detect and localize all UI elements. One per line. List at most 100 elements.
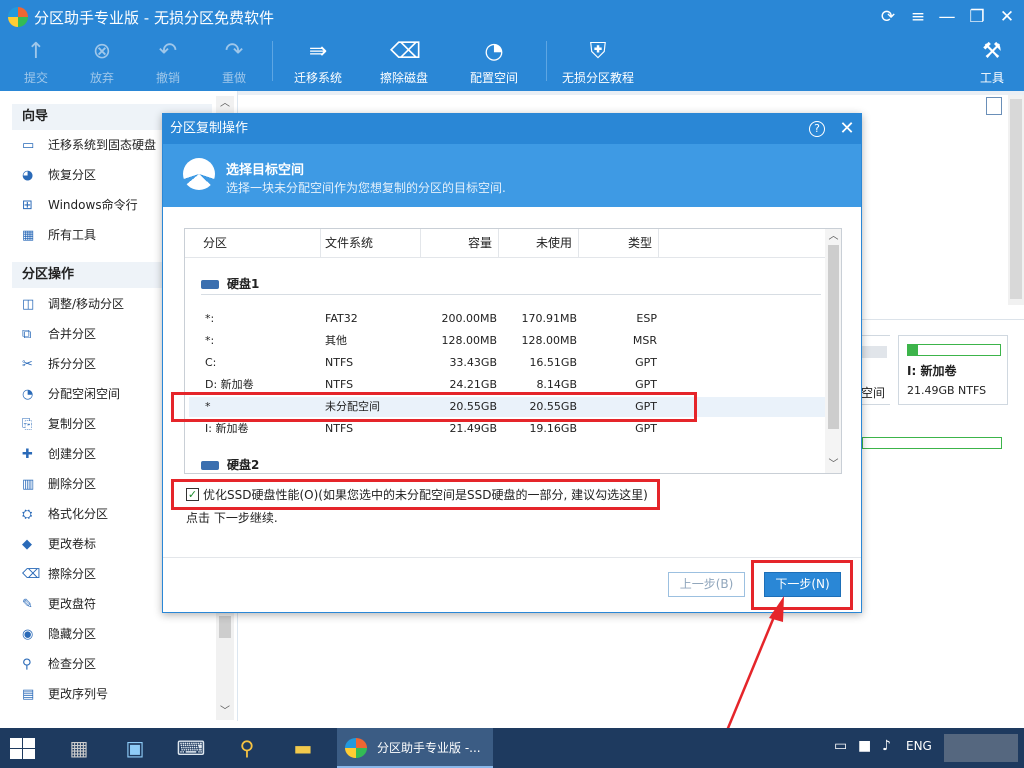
start-button[interactable] bbox=[8, 736, 36, 760]
app-logo-icon bbox=[345, 738, 367, 758]
column-header-filesystem[interactable]: 文件系统 bbox=[321, 229, 421, 257]
scroll-thumb[interactable] bbox=[828, 245, 839, 429]
cell-capacity: 21.49GB bbox=[449, 422, 497, 435]
undo-button[interactable]: ↶ 撤销 bbox=[148, 35, 188, 89]
help-icon[interactable]: ? bbox=[809, 121, 825, 137]
folder-icon[interactable]: ▬ bbox=[284, 732, 322, 764]
chip-app-icon[interactable]: ▦ bbox=[60, 732, 98, 764]
table-header-divider bbox=[185, 257, 825, 258]
allocate-space-button[interactable]: ◔ 配置空间 bbox=[466, 35, 522, 89]
disk1-group: 硬盘1 bbox=[201, 275, 259, 292]
view-toggle-icon[interactable] bbox=[986, 97, 1002, 115]
taskbar-active-app[interactable]: 分区助手专业版 -... bbox=[337, 728, 493, 768]
column-header-unused[interactable]: 未使用 bbox=[499, 229, 579, 257]
disk-icon bbox=[201, 280, 219, 289]
sidebar-item-label: 擦除分区 bbox=[48, 567, 97, 581]
table-row[interactable]: *: FAT32 200.00MB 170.91MB ESP bbox=[189, 309, 825, 329]
column-header-partition[interactable]: 分区 bbox=[185, 229, 321, 257]
scroll-up-icon[interactable]: ︿ bbox=[216, 96, 234, 112]
sidebar-item-hide[interactable]: ◉ 隐藏分区 bbox=[22, 622, 212, 646]
toolbar-separator bbox=[272, 41, 273, 81]
submit-label: 提交 bbox=[23, 71, 48, 85]
partition-sub: 21.49GB NTFS bbox=[907, 384, 987, 397]
sidebar-item-label: 更改盘符 bbox=[48, 597, 97, 611]
sidebar-item-label: 恢复分区 bbox=[48, 168, 97, 182]
sidebar-item-label: 分配空闲空间 bbox=[48, 387, 121, 401]
scroll-thumb[interactable] bbox=[1010, 99, 1022, 299]
cell-partition: I: 新加卷 bbox=[205, 422, 249, 435]
table-row[interactable]: *: 其他 128.00MB 128.00MB MSR bbox=[189, 331, 825, 351]
tray-network-icon[interactable]: ▭ bbox=[834, 738, 847, 754]
partition-title: I: 新加卷 bbox=[907, 364, 957, 378]
tools-button[interactable]: ⚒ 工具 bbox=[974, 35, 1010, 89]
search-app-icon[interactable]: ⚲ bbox=[228, 732, 266, 764]
sidebar-item-serial[interactable]: ▤ 更改序列号 bbox=[22, 682, 212, 706]
dialog-heading: 选择目标空间 bbox=[226, 163, 305, 178]
table-scrollbar[interactable]: ︿ ﹀ bbox=[825, 229, 841, 473]
dialog-close-button[interactable]: ✕ bbox=[837, 117, 857, 141]
tools-label: 工具 bbox=[979, 71, 1004, 85]
close-button[interactable]: ✕ bbox=[993, 4, 1021, 30]
shield-icon: ⛨ bbox=[589, 39, 607, 64]
sidebar-item-label: 合并分区 bbox=[48, 327, 97, 341]
app-logo-icon bbox=[8, 7, 28, 27]
network-computer-icon[interactable]: ▣ bbox=[116, 732, 154, 764]
sidebar-item-label: 检查分区 bbox=[48, 657, 97, 671]
migrate-os-icon: ⇛ bbox=[308, 39, 328, 64]
tray-color-icon[interactable]: ■ bbox=[858, 738, 871, 754]
discard-button[interactable]: ⊗ 放弃 bbox=[82, 35, 122, 89]
sidebar-item-label: 更改序列号 bbox=[48, 687, 109, 701]
menu-icon[interactable]: ≡ bbox=[904, 4, 932, 30]
restore-button[interactable]: ❐ bbox=[963, 4, 991, 30]
keyboard-computer-icon[interactable]: ⌨ bbox=[172, 732, 210, 764]
partition-card-text: 空间 bbox=[861, 386, 886, 400]
prev-button[interactable]: 上一步(B) bbox=[668, 572, 745, 597]
tray-volume-icon[interactable]: ♪ bbox=[882, 738, 891, 754]
usage-bar bbox=[907, 344, 1001, 356]
scroll-down-icon[interactable]: ﹀ bbox=[216, 704, 234, 720]
column-header-capacity[interactable]: 容量 bbox=[421, 229, 499, 257]
copy-icon: ⎘ bbox=[22, 417, 33, 432]
disk-icon bbox=[201, 461, 219, 470]
minimize-button[interactable]: — bbox=[933, 4, 961, 30]
scroll-up-icon[interactable]: ︿ bbox=[825, 229, 841, 245]
cell-capacity: 33.43GB bbox=[449, 356, 497, 369]
partition-card-i[interactable]: I: 新加卷 21.49GB NTFS bbox=[898, 335, 1008, 405]
disk2-bar bbox=[862, 437, 1002, 449]
allocate-icon: ◔ bbox=[22, 387, 34, 402]
refresh-icon[interactable]: ⟳ bbox=[874, 4, 902, 30]
migrate-os-button[interactable]: ⇛ 迁移系统 bbox=[290, 35, 346, 89]
title-bar: 分区助手专业版 - 无损分区免费软件 ⟳ ≡ — ❐ ✕ bbox=[0, 0, 1024, 33]
cell-unused: 128.00MB bbox=[521, 334, 577, 347]
sidebar-item-label: 隐藏分区 bbox=[48, 627, 97, 641]
tray-clock-blurred bbox=[944, 734, 1018, 762]
dialog-subheading: 选择一块未分配空间作为您想复制的分区的目标空间. bbox=[226, 181, 506, 195]
copy-partition-dialog: 分区复制操作 ? ✕ 选择目标空间 选择一块未分配空间作为您想复制的分区的目标空… bbox=[162, 113, 862, 613]
cell-type: MSR bbox=[632, 334, 657, 347]
scroll-down-icon[interactable]: ﹀ bbox=[825, 457, 841, 473]
sidebar-item-check[interactable]: ⚲ 检查分区 bbox=[22, 652, 212, 676]
cell-partition: *: bbox=[205, 312, 215, 325]
tutorial-button[interactable]: ⛨ 无损分区教程 bbox=[560, 35, 636, 89]
split-icon: ✂ bbox=[22, 357, 33, 372]
drive-letter-icon: ✎ bbox=[22, 597, 33, 612]
serial-icon: ▤ bbox=[22, 687, 35, 702]
submit-button[interactable]: ↑ 提交 bbox=[16, 35, 56, 89]
wipe-disk-button[interactable]: ⌫ 擦除磁盘 bbox=[376, 35, 432, 89]
scroll-thumb[interactable] bbox=[219, 616, 231, 638]
redo-button[interactable]: ↷ 重做 bbox=[214, 35, 254, 89]
cell-capacity: 200.00MB bbox=[441, 312, 497, 325]
column-header-type[interactable]: 类型 bbox=[579, 229, 659, 257]
dialog-footer-divider bbox=[163, 557, 861, 558]
main-scrollbar[interactable] bbox=[1008, 95, 1024, 305]
windows-icon: ⊞ bbox=[22, 198, 33, 213]
table-row[interactable]: I: 新加卷 NTFS 21.49GB 19.16GB GPT bbox=[189, 419, 825, 439]
grid-icon: ▦ bbox=[22, 228, 35, 243]
highlight-box-next-button bbox=[751, 560, 853, 610]
tray-language[interactable]: ENG bbox=[906, 739, 932, 753]
cell-type: GPT bbox=[635, 356, 657, 369]
taskbar: ▦ ▣ ⌨ ⚲ ▬ 分区助手专业版 -... ▭ ■ ♪ ENG bbox=[0, 728, 1024, 768]
disk1-label: 硬盘1 bbox=[227, 277, 260, 291]
cell-partition: C: bbox=[205, 356, 217, 369]
table-row[interactable]: C: NTFS 33.43GB 16.51GB GPT bbox=[189, 353, 825, 373]
